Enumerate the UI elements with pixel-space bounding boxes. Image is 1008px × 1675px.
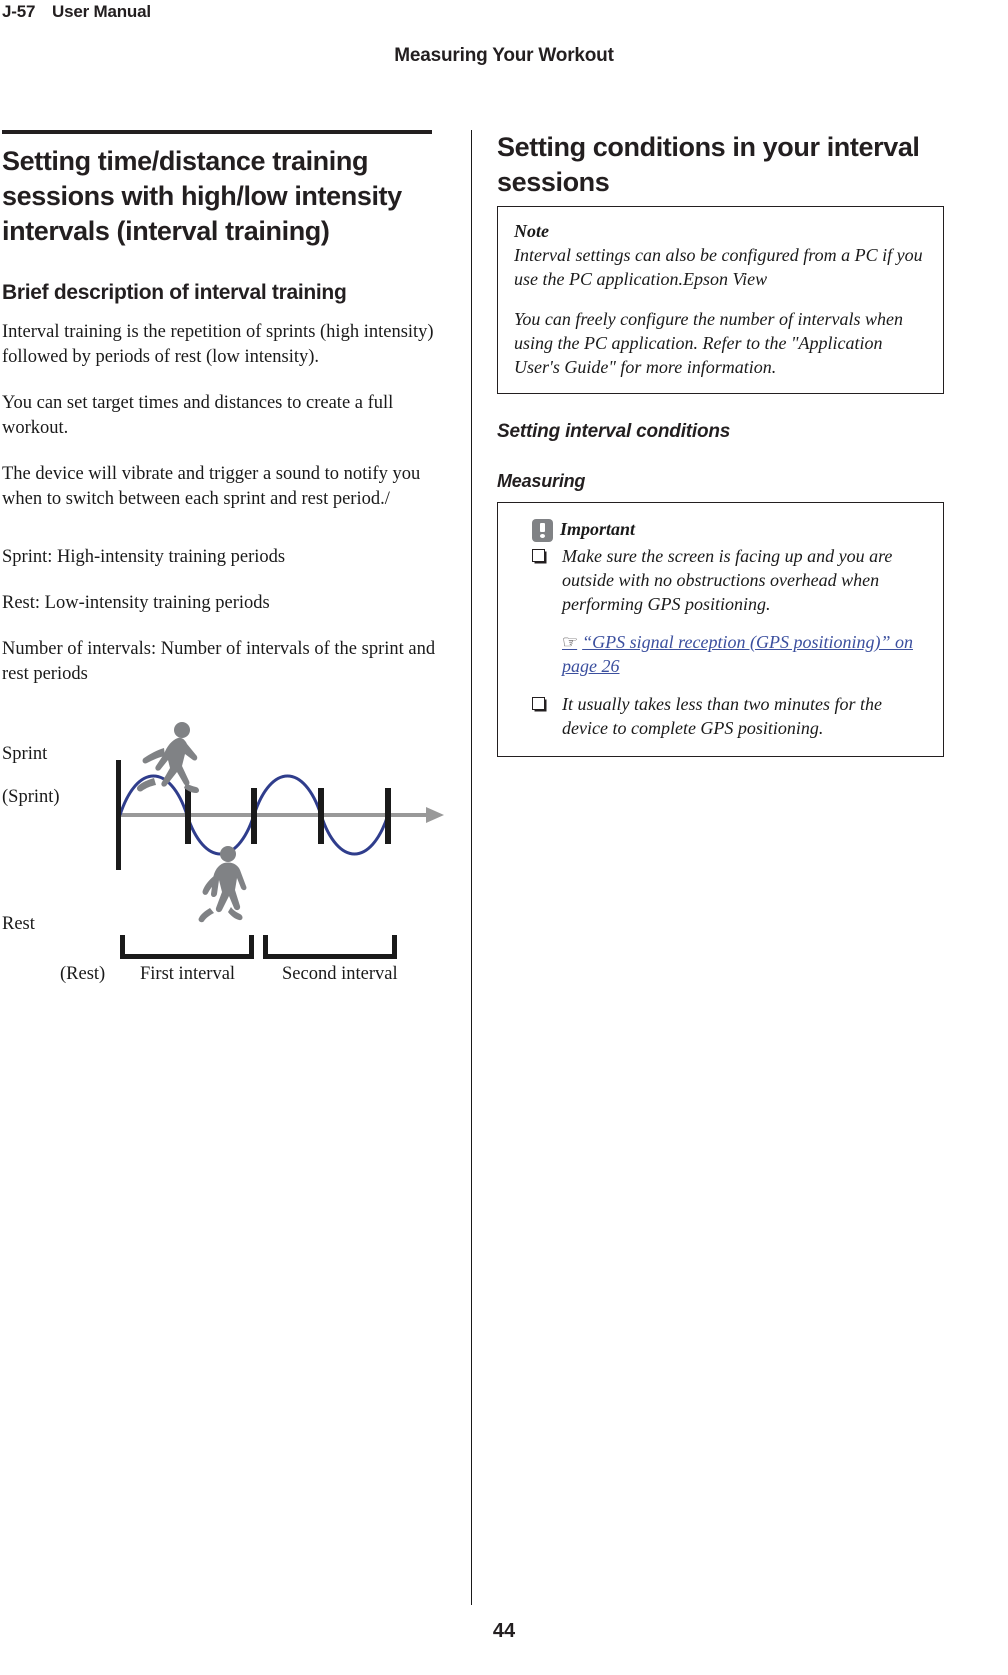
note-callout: Note Interval settings can also be confi… (497, 206, 944, 394)
paragraph-sprint-definition: Sprint: High-intensity training periods (2, 547, 286, 567)
cross-reference-link-gps-signal-reception[interactable]: ☞ “GPS signal reception (GPS positioning)… (562, 630, 927, 678)
paragraph-rest-definition: Rest: Low-intensity training periods (2, 593, 270, 613)
list-item: Make sure the screen is facing up and yo… (532, 544, 927, 678)
important-bullet-gps-screen-up: Make sure the screen is facing up and yo… (562, 546, 893, 614)
diagram-interval-brackets (120, 935, 397, 959)
exclamation-icon (532, 519, 553, 542)
diagram-tick-2 (251, 788, 257, 844)
subheading-setting-interval-conditions: Setting interval conditions (497, 421, 731, 442)
diagram-tick-3 (318, 788, 324, 844)
running-person-icon (136, 722, 199, 793)
diagram-graphic (116, 722, 444, 959)
important-header: Important (532, 518, 927, 542)
important-title: Important (560, 519, 636, 539)
right-column: Setting conditions in your interval sess… (497, 130, 944, 757)
cross-reference-text: “GPS signal reception (GPS positioning)”… (562, 632, 913, 676)
heading-rule (2, 130, 432, 134)
diagram-tick-1 (185, 788, 191, 844)
diagram-tick-4 (385, 788, 391, 844)
chapter-title: Measuring Your Workout (394, 45, 614, 66)
important-bullet-two-minutes: It usually takes less than two minutes f… (562, 694, 882, 738)
list-item: It usually takes less than two minutes f… (532, 692, 927, 740)
document-name: User Manual (52, 2, 151, 21)
interval-training-diagram: Sprint (Sprint) Rest (Rest) First interv… (2, 708, 444, 984)
note-title: Note (514, 221, 549, 241)
paragraph-vibrate-notify: The device will vibrate and trigger a so… (2, 464, 421, 509)
diagram-axis-arrowhead (426, 807, 444, 823)
left-column: Setting time/distance training sessions … (2, 130, 444, 984)
paragraph-interval-definition: Interval training is the repetition of s… (2, 322, 434, 367)
walking-person-icon (198, 846, 247, 923)
page-number: 44 (492, 1620, 516, 1642)
paragraph-target-times: You can set target times and distances t… (2, 393, 394, 438)
important-bullet-list: Make sure the screen is facing up and yo… (514, 544, 927, 740)
note-paragraph-application-guide: You can freely configure the number of i… (514, 309, 903, 377)
running-header: J-57 User Manual (0, 0, 1008, 40)
right-page-title: Setting conditions in your interval sess… (497, 132, 920, 197)
square-bullet-icon (532, 697, 545, 710)
square-bullet-icon (532, 549, 545, 562)
pointing-hand-icon: ☞ (562, 632, 578, 652)
diagram-tick-start (116, 760, 121, 870)
paragraph-number-of-intervals: Number of intervals: Number of intervals… (2, 639, 436, 684)
section-heading-brief-description: Brief description of interval training (2, 281, 347, 304)
column-divider (471, 130, 472, 1605)
important-callout: Important Make sure the screen is facing… (497, 502, 944, 757)
subheading-measuring: Measuring (497, 471, 586, 491)
note-paragraph-pc-config: Interval settings can also be configured… (514, 245, 923, 289)
page-title: Setting time/distance training sessions … (2, 146, 402, 246)
document-code: J-57 (2, 2, 36, 21)
